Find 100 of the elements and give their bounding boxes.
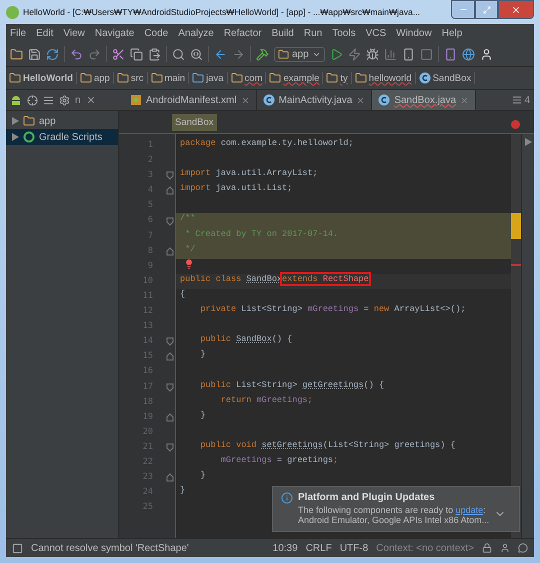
stop-icon[interactable] — [420, 48, 433, 60]
breadcrumb-item[interactable]: main — [150, 72, 190, 84]
user-icon[interactable] — [480, 48, 493, 60]
menu-item[interactable]: Window — [396, 28, 432, 38]
breadcrumb-item[interactable]: java — [192, 72, 228, 84]
menu-item[interactable]: Code — [144, 28, 168, 38]
lock-icon[interactable] — [482, 543, 492, 553]
breadcrumb-item[interactable]: helloworld — [354, 72, 416, 84]
breadcrumb-item[interactable]: app — [80, 72, 114, 84]
tab-list-icon[interactable] — [512, 95, 522, 105]
close-icon[interactable] — [356, 96, 366, 104]
fold-icon[interactable] — [166, 442, 174, 452]
module-folder-icon — [23, 115, 35, 127]
close-icon — [511, 4, 521, 14]
hammer-icon[interactable] — [256, 48, 269, 60]
close-button[interactable] — [498, 0, 534, 19]
breadcrumb-item[interactable]: ty — [326, 72, 352, 84]
undo-icon[interactable] — [70, 48, 83, 60]
collapse-icon[interactable] — [43, 94, 54, 106]
inspector-icon[interactable] — [500, 543, 510, 553]
replace-icon[interactable] — [190, 48, 203, 60]
hidden-tab-count: 4 — [524, 94, 530, 106]
tree-item[interactable]: Gradle Scripts — [6, 129, 118, 145]
close-icon[interactable] — [86, 95, 96, 105]
run-configuration-label: app — [292, 48, 309, 60]
module-folder-icon — [80, 72, 92, 84]
fold-icon[interactable] — [166, 246, 174, 256]
menu-item[interactable]: Refactor — [224, 28, 262, 38]
fold-icon[interactable] — [166, 171, 174, 180]
copy-icon[interactable] — [130, 48, 143, 60]
package-folder-icon — [354, 72, 367, 84]
menu-item[interactable]: Run — [304, 28, 322, 38]
fold-icon[interactable] — [166, 337, 174, 346]
editor-tab[interactable]: MainActivity.java — [256, 90, 372, 110]
settings-icon[interactable] — [59, 94, 70, 106]
profile-icon[interactable] — [384, 48, 397, 60]
target-icon[interactable] — [27, 94, 38, 106]
avd-manager-icon[interactable] — [444, 48, 457, 60]
notification-title: Platform and Plugin Updates — [298, 492, 436, 503]
maximize-icon — [482, 6, 490, 14]
info-icon — [281, 492, 293, 504]
menu-item[interactable]: Edit — [36, 28, 54, 38]
menu-item[interactable]: Analyze — [178, 28, 214, 38]
error-marker — [511, 264, 521, 266]
lightbulb-icon[interactable] — [184, 258, 194, 269]
debug-icon[interactable] — [366, 48, 379, 60]
fold-icon[interactable] — [166, 473, 174, 482]
breadcrumb-item[interactable]: HelloWorld — [9, 72, 77, 84]
editor-tab[interactable]: SandBox.java — [372, 90, 476, 110]
breadcrumb-item[interactable]: SandBox — [418, 72, 476, 84]
forward-icon[interactable] — [232, 48, 245, 60]
expand-icon[interactable] — [524, 138, 532, 146]
lightning-icon[interactable] — [348, 48, 361, 60]
tree-item[interactable]: app — [6, 113, 118, 129]
menu-item[interactable]: Help — [442, 28, 462, 38]
back-icon[interactable] — [214, 48, 227, 60]
fold-icon[interactable] — [166, 412, 174, 422]
paste-icon[interactable] — [148, 48, 161, 60]
breadcrumb-item[interactable]: com — [230, 72, 266, 84]
search-icon[interactable] — [172, 48, 185, 60]
menu-item[interactable]: View — [63, 28, 85, 38]
panel-toggle-icon[interactable] — [12, 542, 23, 554]
android-icon[interactable] — [10, 94, 22, 106]
code-line: package com.example.ty.helloworld; — [180, 138, 354, 148]
maximize-button[interactable] — [475, 0, 498, 19]
folder-icon — [192, 72, 204, 84]
update-link[interactable]: update — [456, 505, 484, 515]
fold-icon[interactable] — [166, 216, 174, 226]
sdk-manager-icon[interactable] — [462, 48, 475, 60]
close-icon[interactable] — [460, 96, 470, 104]
cut-icon[interactable] — [112, 48, 125, 60]
module-folder-icon — [278, 48, 289, 60]
sync-icon[interactable] — [46, 48, 59, 60]
menu-item[interactable]: Navigate — [94, 28, 134, 38]
redo-icon[interactable] — [88, 48, 101, 60]
caret-position[interactable]: 10:39 — [272, 542, 298, 554]
line-separator[interactable]: CRLF — [306, 542, 332, 554]
code-line: public void setGreetings(List<String> greetings) { — [199, 440, 456, 450]
attach-device-icon[interactable] — [402, 48, 415, 60]
fold-icon[interactable] — [166, 352, 174, 362]
save-icon[interactable] — [28, 48, 41, 60]
breadcrumb-chip[interactable]: SandBox — [172, 114, 217, 130]
open-folder-icon[interactable] — [10, 48, 23, 60]
menu-item[interactable]: Tools — [332, 28, 356, 38]
fold-icon[interactable] — [166, 186, 174, 196]
fold-icon[interactable] — [166, 382, 174, 392]
highlight-marker — [511, 213, 521, 239]
menu-item[interactable]: File — [10, 28, 26, 38]
run-icon[interactable] — [330, 48, 343, 60]
app-logo-icon — [6, 6, 19, 18]
run-configuration-dropdown[interactable]: app — [274, 46, 325, 62]
menu-item[interactable]: VCS — [366, 28, 386, 38]
event-log-icon[interactable] — [518, 543, 528, 553]
breadcrumb-item[interactable]: src — [116, 72, 148, 84]
menu-item[interactable]: Build — [272, 28, 294, 38]
breadcrumb-item[interactable]: example — [269, 72, 324, 84]
package-folder-icon — [230, 72, 243, 84]
close-icon[interactable] — [240, 96, 250, 104]
file-encoding[interactable]: UTF-8 — [340, 542, 368, 554]
minimize-button[interactable] — [451, 0, 475, 19]
